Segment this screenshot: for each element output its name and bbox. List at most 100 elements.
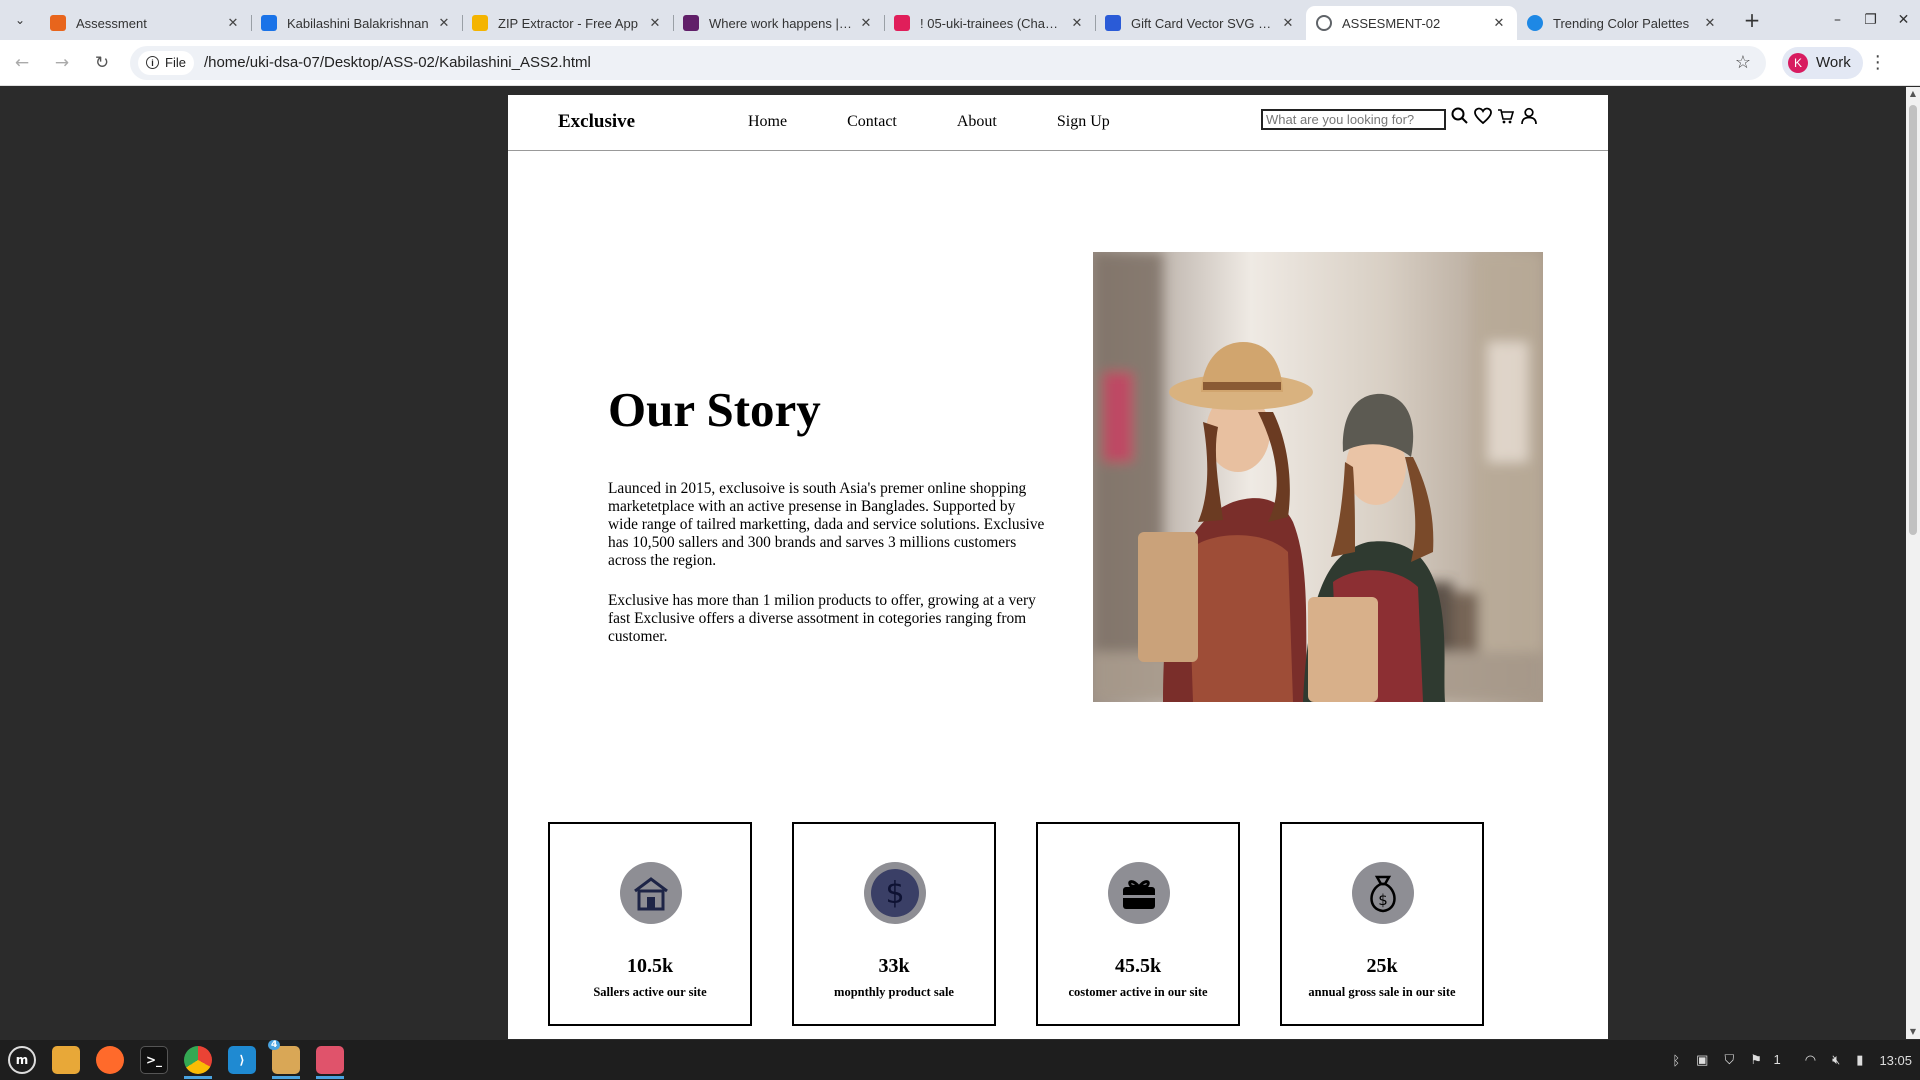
forward-arrow-icon[interactable]: → (44, 53, 80, 73)
tab-gift-card-svg[interactable]: Gift Card Vector SVG Icon ✕ (1095, 6, 1306, 40)
stat-value: 25k (1366, 955, 1398, 977)
nav-sign-up[interactable]: Sign Up (1057, 113, 1110, 131)
stats-row: 10.5k Sallers active our site $ 33k mopn… (548, 822, 1524, 1026)
nav-contact[interactable]: Contact (847, 113, 897, 131)
taskbar-files[interactable] (44, 1040, 88, 1080)
tab-assesment-02[interactable]: ASSESMENT-02 ✕ (1306, 6, 1517, 40)
tab-title: Trending Color Palettes (1553, 15, 1690, 31)
site-logo[interactable]: Exclusive (558, 111, 635, 133)
gift-icon (1108, 862, 1170, 924)
url-text[interactable]: /home/uki-dsa-07/Desktop/ASS-02/Kabilash… (204, 54, 1728, 71)
kebab-menu-icon[interactable]: ⋮ (1863, 52, 1893, 73)
tab-search-button[interactable]: ⌄ (0, 0, 40, 40)
heart-icon[interactable] (1473, 106, 1493, 126)
tab-title: Kabilashini Balakrishnan (287, 15, 429, 31)
scroll-down-arrow-icon[interactable]: ▼ (1906, 1025, 1920, 1039)
minimize-icon[interactable]: – (1821, 12, 1854, 28)
stat-card-sellers: 10.5k Sallers active our site (548, 822, 752, 1026)
close-tab-icon[interactable]: ✕ (225, 15, 241, 31)
bookmark-star-icon[interactable]: ☆ (1728, 52, 1758, 73)
story-paragraph-1: Launced in 2015, exclusoive is south Asi… (608, 480, 1045, 569)
stat-label: annual gross sale in our site (1308, 985, 1456, 999)
volume-muted-icon[interactable]: 🔇︎ (1832, 1052, 1840, 1068)
page-scrollbar[interactable]: ▲ ▼ (1906, 87, 1920, 1039)
taskbar-terminal[interactable]: >_ (132, 1040, 176, 1080)
address-bar[interactable]: i File /home/uki-dsa-07/Desktop/ASS-02/K… (130, 45, 1766, 80)
site-info-chip[interactable]: i File (138, 50, 194, 75)
folder-icon (52, 1046, 80, 1074)
taskbar-firefox[interactable] (88, 1040, 132, 1080)
site-header: Exclusive Home Contact About Sign Up (508, 95, 1608, 151)
money-bag-icon: $ (1352, 862, 1414, 924)
profile-button[interactable]: K Work (1782, 46, 1863, 79)
tab-color-palettes[interactable]: Trending Color Palettes ✕ (1517, 6, 1728, 40)
stat-value: 33k (878, 955, 910, 977)
stat-value: 45.5k (1114, 955, 1162, 977)
stat-label: mopnthly product sale (834, 985, 954, 999)
nav-about[interactable]: About (957, 113, 997, 131)
clock[interactable]: 13:05 (1879, 1053, 1912, 1068)
shopping-women-illustration (1093, 252, 1543, 702)
close-tab-icon[interactable]: ✕ (858, 15, 874, 31)
page-viewport: Exclusive Home Contact About Sign Up Wha… (0, 87, 1920, 1039)
clipboard-icon[interactable]: ▣ (1696, 1052, 1708, 1068)
tab-drive[interactable]: Kabilashini Balakrishnan ✕ (251, 6, 462, 40)
os-taskbar: m >_ ⟩ 4 ᛒ ▣ ⛉ ⚑ 1 ◠ 🔇︎ ▮ 13:05 (0, 1040, 1920, 1080)
close-window-icon[interactable]: ✕ (1887, 12, 1920, 28)
tab-strip: ⌄ Assessment ✕ Kabilashini Balakrishnan … (0, 0, 1920, 40)
slack-icon (683, 15, 699, 31)
update-manager-icon[interactable]: ⚑ 1 (1750, 1052, 1789, 1068)
shop-icon (620, 862, 682, 924)
taskbar-file-manager[interactable]: 4 (264, 1040, 308, 1080)
firefox-icon (96, 1046, 124, 1074)
scroll-thumb[interactable] (1909, 105, 1917, 535)
story-title: Our Story (608, 382, 821, 437)
search-input[interactable] (1261, 109, 1446, 130)
battery-icon[interactable]: ▮ (1856, 1052, 1863, 1068)
tab-slack-channel[interactable]: ! 05-uki-trainees (Channel) ✕ (884, 6, 1095, 40)
tab-title: Gift Card Vector SVG Icon (1131, 15, 1274, 31)
close-tab-icon[interactable]: ✕ (1702, 15, 1718, 31)
user-icon[interactable] (1519, 106, 1539, 126)
search-icon[interactable] (1450, 106, 1470, 126)
back-arrow-icon[interactable]: ← (4, 53, 40, 73)
dollar-icon: $ (864, 862, 926, 924)
svg-repo-icon (1105, 15, 1121, 31)
tab-assessment[interactable]: Assessment ✕ (40, 6, 251, 40)
tab-zip-extractor[interactable]: ZIP Extractor - Free App ✕ (462, 6, 673, 40)
restore-icon[interactable]: ❐ (1854, 12, 1887, 28)
nav-home[interactable]: Home (748, 113, 787, 131)
tab-slack[interactable]: Where work happens | Slack ✕ (673, 6, 884, 40)
scroll-up-arrow-icon[interactable]: ▲ (1906, 87, 1920, 101)
site-nav: Home Contact About Sign Up (748, 113, 1170, 131)
reload-icon[interactable]: ↻ (84, 53, 120, 73)
taskbar-vscode[interactable]: ⟩ (220, 1040, 264, 1080)
new-tab-button[interactable]: + (1734, 8, 1770, 32)
slack-icon (894, 15, 910, 31)
tab-title: Assessment (76, 15, 147, 31)
close-tab-icon[interactable]: ✕ (1280, 15, 1296, 31)
stat-card-gross-sale: $ 25k annual gross sale in our site (1280, 822, 1484, 1026)
favicon-icon (50, 15, 66, 31)
close-tab-icon[interactable]: ✕ (1491, 15, 1507, 31)
start-menu-button[interactable]: m (0, 1040, 44, 1080)
site-info-label: File (165, 55, 186, 70)
hero-image-shoppers (1093, 252, 1543, 702)
tab-title: ASSESMENT-02 (1342, 15, 1441, 31)
taskbar-chrome[interactable] (176, 1040, 220, 1080)
close-tab-icon[interactable]: ✕ (1069, 15, 1085, 31)
zip-icon (472, 15, 488, 31)
bluetooth-icon[interactable]: ᛒ (1672, 1053, 1680, 1068)
notification-badge: 4 (268, 1040, 281, 1050)
cart-icon[interactable] (1496, 106, 1516, 126)
taskbar-image-viewer[interactable] (308, 1040, 352, 1080)
close-tab-icon[interactable]: ✕ (436, 15, 452, 31)
wifi-icon[interactable]: ◠ (1805, 1052, 1816, 1068)
window-controls: – ❐ ✕ (1821, 0, 1920, 40)
tab-title: ! 05-uki-trainees (Channel) (920, 15, 1063, 31)
web-page: Exclusive Home Contact About Sign Up Wha… (508, 95, 1608, 1039)
shield-icon[interactable]: ⛉ (1724, 1052, 1734, 1068)
image-viewer-icon (316, 1046, 344, 1074)
avatar: K (1788, 52, 1808, 73)
close-tab-icon[interactable]: ✕ (647, 15, 663, 31)
